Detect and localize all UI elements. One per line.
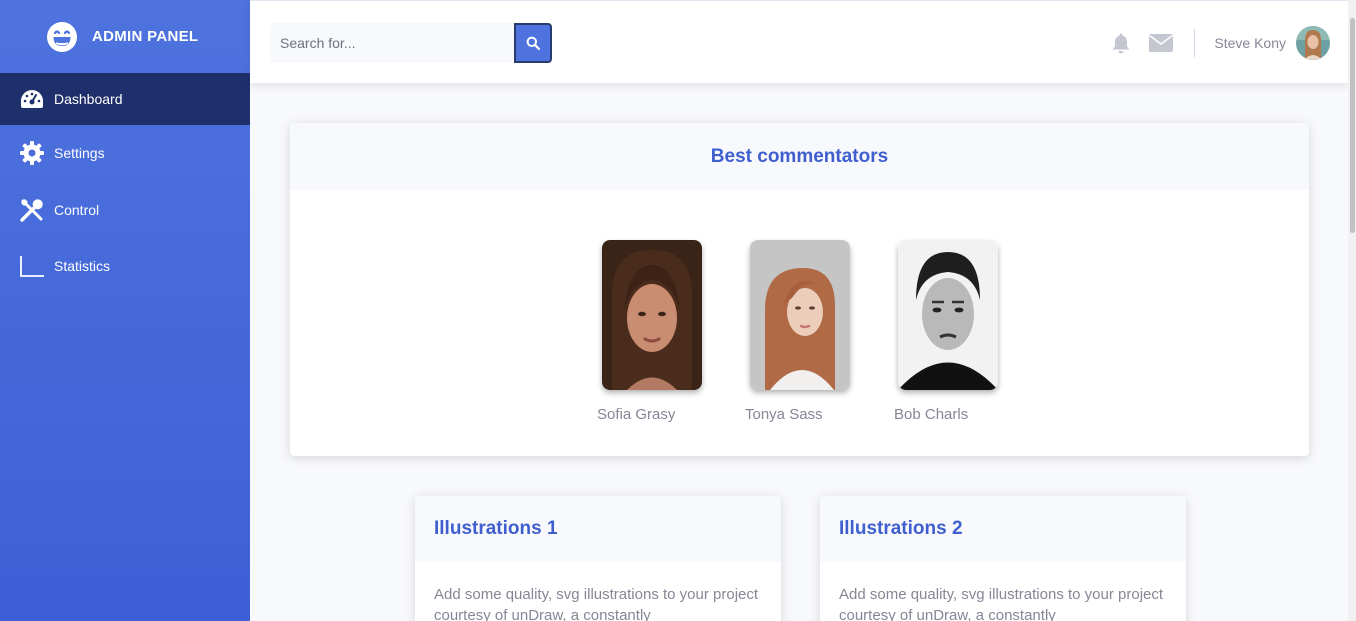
search-bar bbox=[270, 23, 552, 63]
commentator-name: Bob Charls bbox=[894, 406, 969, 423]
search-icon bbox=[526, 36, 540, 50]
illustrations-card-1: Illustrations 1 Add some quality, svg il… bbox=[415, 496, 781, 621]
card-title: Illustrations 1 bbox=[415, 496, 781, 562]
sidebar: ADMIN PANEL Dashboard Settings Control S… bbox=[0, 0, 250, 621]
commentator-name: Sofia Grasy bbox=[597, 406, 676, 423]
card-title: Illustrations 2 bbox=[820, 496, 1186, 562]
bell-icon[interactable] bbox=[1110, 32, 1132, 54]
search-input[interactable] bbox=[270, 23, 514, 63]
best-commentators-card: Best commentators Sofia Grasy Tonya Sass… bbox=[290, 123, 1309, 456]
sidebar-item-control[interactable]: Control bbox=[0, 195, 99, 225]
sidebar-item-label: Dashboard bbox=[54, 91, 123, 107]
commentator-photo bbox=[750, 240, 850, 390]
envelope-icon[interactable] bbox=[1148, 33, 1174, 53]
laugh-icon bbox=[47, 21, 77, 52]
illustrations-card-2: Illustrations 2 Add some quality, svg il… bbox=[820, 496, 1186, 621]
card-body: Add some quality, svg illustrations to y… bbox=[434, 586, 759, 621]
search-button[interactable] bbox=[514, 23, 552, 63]
commentator-photo bbox=[898, 240, 998, 390]
sidebar-item-dashboard[interactable]: Dashboard bbox=[0, 73, 250, 125]
sidebar-item-label: Settings bbox=[54, 145, 105, 161]
gear-icon bbox=[19, 140, 45, 166]
tools-icon bbox=[19, 197, 45, 223]
card-title: Best commentators bbox=[290, 123, 1309, 190]
scrollbar-thumb[interactable] bbox=[1350, 18, 1355, 233]
sidebar-item-label: Statistics bbox=[54, 258, 111, 274]
commentator-card[interactable]: Sofia Grasy bbox=[597, 240, 702, 423]
commentator-card[interactable]: Bob Charls bbox=[894, 240, 998, 423]
topbar-right: Steve Kony bbox=[1110, 26, 1330, 60]
topbar-divider bbox=[1194, 29, 1196, 57]
brand-title: ADMIN PANEL bbox=[92, 28, 199, 45]
page-scrollbar[interactable] bbox=[1348, 0, 1356, 621]
chart-axis-icon bbox=[19, 253, 45, 279]
card-body: Add some quality, svg illustrations to y… bbox=[839, 586, 1164, 621]
commentator-photo bbox=[602, 240, 702, 390]
sidebar-item-statistics[interactable]: Statistics bbox=[0, 251, 110, 281]
topbar: Steve Kony bbox=[250, 0, 1348, 83]
commentators-list: Sofia Grasy Tonya Sass Bob Charls bbox=[590, 240, 1010, 440]
dashboard-gauge-icon bbox=[19, 86, 45, 112]
commentator-card[interactable]: Tonya Sass bbox=[745, 240, 850, 423]
sidebar-item-settings[interactable]: Settings bbox=[0, 138, 105, 168]
brand[interactable]: ADMIN PANEL bbox=[0, 0, 250, 73]
commentator-name: Tonya Sass bbox=[745, 406, 823, 423]
avatar[interactable] bbox=[1296, 26, 1330, 60]
user-name[interactable]: Steve Kony bbox=[1214, 35, 1286, 51]
sidebar-item-label: Control bbox=[54, 202, 100, 218]
